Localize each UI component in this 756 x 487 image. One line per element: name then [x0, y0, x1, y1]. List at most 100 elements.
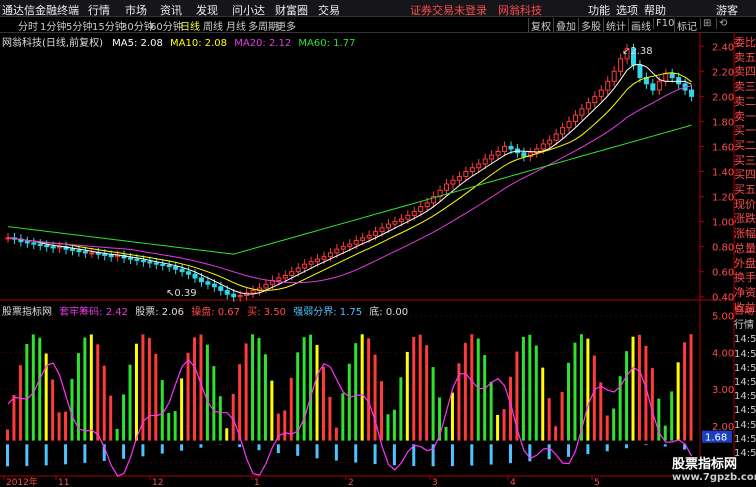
tick-time: 14:5: [734, 433, 756, 445]
ind-lower-bar: [160, 444, 164, 454]
candle-body: [31, 242, 37, 245]
ind-lower-bar: [392, 444, 396, 466]
candle-body: [153, 262, 159, 265]
ind-bar: [470, 334, 474, 441]
candle-body: [166, 264, 172, 268]
candle-body: [366, 234, 372, 239]
ind-bar: [347, 363, 351, 441]
ind-bar: [534, 345, 538, 441]
ind-lower-bar: [64, 444, 68, 465]
date-label: 3: [432, 478, 438, 487]
price-tick-label: 2.00: [712, 92, 734, 103]
date-label: 5: [594, 478, 600, 487]
ind-bar: [541, 367, 545, 441]
side-label: 总量: [734, 241, 756, 255]
ind-bar: [663, 425, 667, 441]
candle-body: [327, 252, 333, 258]
ind-bar: [302, 337, 306, 441]
ind-bar: [683, 342, 687, 441]
ind-bar: [625, 351, 629, 441]
candle-body: [186, 271, 192, 275]
tick-time: 14:5: [734, 391, 756, 403]
candle-body: [276, 277, 282, 281]
ind-lower-bar: [238, 444, 242, 448]
candle-body: [469, 167, 475, 173]
ind-lower-bar: [122, 444, 126, 459]
ind-bar: [83, 337, 87, 441]
candle-body: [650, 83, 656, 91]
ind-bar: [560, 392, 564, 441]
candle-body: [656, 80, 662, 91]
ind-bar: [386, 414, 390, 441]
price-tick-label: 1.00: [712, 218, 734, 229]
ma20-line: [7, 85, 692, 284]
side-label: 净资: [734, 285, 756, 299]
candle-body: [585, 102, 591, 110]
ind-lower-bar: [450, 444, 454, 467]
candle-body: [134, 258, 140, 261]
ind-bar: [231, 393, 235, 441]
candle-body: [179, 268, 185, 273]
candle-body: [108, 254, 114, 258]
ind-bar: [334, 427, 338, 441]
ind-lower-bar: [586, 444, 590, 455]
price-tick-label: 0.80: [712, 243, 734, 254]
candle-body: [82, 251, 88, 254]
ind-bar: [431, 367, 435, 441]
ind-lower-bar: [141, 444, 145, 457]
ind-bar: [64, 411, 68, 441]
candle-body: [418, 206, 424, 213]
ind-bar: [450, 392, 454, 441]
ind-bar: [689, 334, 693, 441]
price-tick-label: 1.60: [712, 142, 734, 153]
watermark-url: www.7gpzb.com: [672, 472, 756, 483]
candle-body: [663, 73, 669, 82]
candle-body: [373, 231, 379, 236]
date-label: 1: [254, 478, 260, 487]
side-label: 卖一: [734, 109, 756, 123]
ind-bar: [341, 393, 345, 441]
ind-bar: [205, 344, 209, 441]
ind-lower-bar: [470, 444, 474, 466]
candle-body: [192, 273, 198, 279]
side-label: 涨幅: [734, 227, 756, 241]
candle-body: [224, 289, 230, 295]
ind-bar: [412, 337, 416, 441]
ind-bar: [612, 408, 616, 441]
tick-time: 自动: [734, 306, 754, 317]
tick-time: 14:5: [734, 419, 756, 431]
date-label: 4: [510, 478, 516, 487]
ind-bar: [167, 412, 171, 441]
tick-time: 14:5: [734, 405, 756, 417]
ind-bar: [392, 409, 396, 441]
ind-bar: [225, 428, 229, 441]
ind-bar: [128, 364, 132, 441]
chart-canvas[interactable]: 2.40 2.20 2.00 1.80 1.60 1.40 1.20 1.00 0.80 0.60…: [0, 0, 756, 487]
ind-bar: [321, 366, 325, 441]
candle-body: [521, 152, 527, 157]
ind-bar: [650, 368, 654, 441]
ind-bar: [12, 395, 16, 441]
candle-body: [89, 252, 95, 255]
ind-bar: [567, 362, 571, 441]
candle-body: [128, 257, 134, 260]
candle-body: [44, 244, 50, 248]
candle-body: [598, 89, 604, 97]
ind-bar: [257, 338, 261, 441]
ind-lower-bar: [6, 444, 9, 467]
high-annotation: ↙2.38: [622, 46, 653, 57]
tick-time: 14:5: [734, 334, 756, 346]
ind-bar: [399, 377, 403, 441]
ind-lower-bar: [257, 444, 261, 451]
ind-bar: [496, 414, 500, 441]
ind-bar: [263, 354, 267, 441]
candle-body: [508, 145, 514, 150]
price-tick-label: 1.40: [712, 168, 734, 179]
ind-tick-label: 4.00: [712, 348, 734, 359]
ind-bar: [599, 382, 603, 441]
candle-body: [379, 227, 385, 233]
tick-panel: 自动 行情 14:5 14:5 14:5 14:5 14:5 14:5 14:5 14:5 14:5…: [734, 305, 756, 475]
ind-bar: [96, 344, 100, 441]
side-label: 外盘: [734, 256, 756, 270]
price-tick-label: 2.20: [712, 67, 734, 78]
